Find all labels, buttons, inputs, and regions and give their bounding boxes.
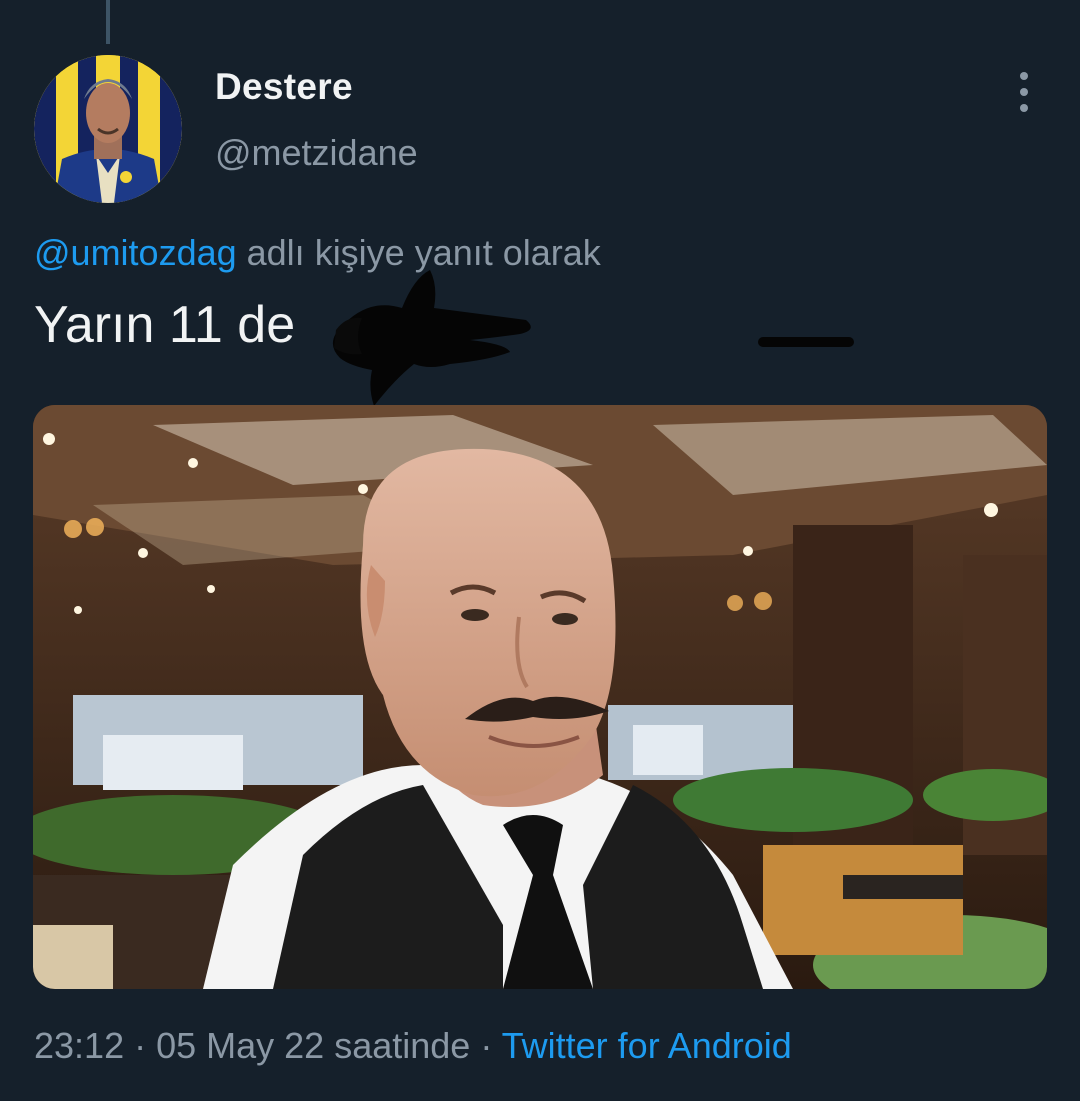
more-options-icon[interactable]: [1010, 70, 1038, 114]
more-dot: [1020, 88, 1028, 96]
more-dot: [1020, 104, 1028, 112]
avatar-image: [34, 55, 182, 203]
more-dot: [1020, 72, 1028, 80]
tweet-time[interactable]: 23:12: [34, 1025, 124, 1066]
user-handle[interactable]: @metzidane: [215, 132, 418, 174]
tweet-text: Yarın 11 de: [34, 296, 296, 354]
redaction-scribble: [332, 270, 854, 406]
display-name[interactable]: Destere: [215, 66, 353, 108]
tweet-date[interactable]: 05 May 22 saatinde: [156, 1025, 470, 1066]
profile-avatar[interactable]: [34, 55, 182, 203]
photo-content: [33, 405, 1047, 989]
tweet-source-link[interactable]: Twitter for Android: [502, 1025, 792, 1066]
tweet-metadata: 23:12 · 05 May 22 saatinde · Twitter for…: [34, 1025, 792, 1067]
meta-separator: ·: [124, 1025, 157, 1066]
tweet-media-photo[interactable]: [33, 405, 1047, 989]
reply-context-suffix: adlı kişiye yanıt olarak: [236, 232, 601, 273]
thread-connector-line: [106, 0, 110, 44]
meta-separator: ·: [470, 1025, 502, 1066]
reply-mention-link[interactable]: @umitozdag: [34, 232, 237, 273]
